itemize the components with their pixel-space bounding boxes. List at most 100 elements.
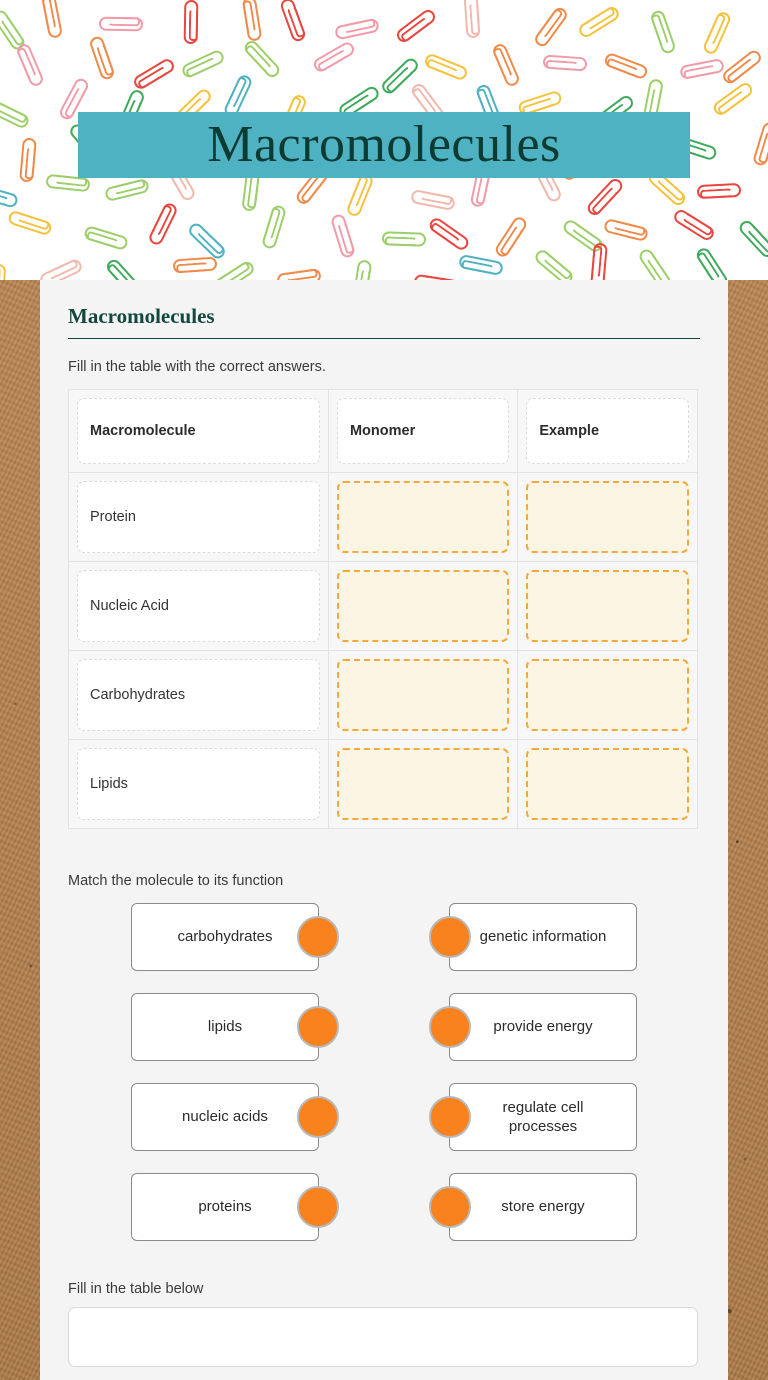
paperclip-icon [183,0,198,45]
paperclip-icon [276,267,322,280]
paperclip-icon [693,245,730,280]
match-option-label: lipids [207,1018,243,1036]
answer-blank-nucleic-acid-example[interactable] [526,570,689,642]
page-title: Macromolecules [68,304,700,339]
table-row: Lipids [68,739,698,829]
answer-blank-carbohydrates-example[interactable] [526,659,689,731]
table-row: Protein [68,472,698,562]
paperclip-icon [393,7,438,45]
match-option-proteins[interactable]: proteins [131,1173,339,1241]
matching-row: lipids provide energy [68,993,698,1061]
column-header-macromolecule: Macromolecule [77,398,320,464]
match-option-carbohydrates[interactable]: carbohydrates [131,903,339,971]
paperclip-icon [585,176,626,219]
instruction-fill-table-below: Fill in the table below [68,1281,204,1297]
connector-dot-icon[interactable] [429,1096,471,1138]
paperclip-icon [576,4,622,40]
match-option-regulate-cell-processes[interactable]: regulate cell processes [429,1083,637,1151]
match-option-label: carbohydrates [177,928,273,946]
paperclip-icon [590,242,609,280]
paperclip-icon [41,0,64,39]
matching-row: proteins store energy [68,1173,698,1241]
paperclip-icon [422,52,469,82]
match-option-label: regulate cell processes [502,1098,584,1135]
column-header-monomer: Monomer [336,398,510,464]
paperclip-icon [179,47,226,80]
paperclip-icon [103,257,144,280]
instruction-matching: Match the molecule to its function [68,873,284,889]
connector-dot-icon[interactable] [429,1186,471,1228]
match-option-store-energy[interactable]: store energy [429,1173,637,1241]
match-option-label: store energy [501,1198,585,1216]
match-option-provide-energy[interactable]: provide energy [429,993,637,1061]
paperclip-icon [381,231,426,247]
paperclip-icon [261,204,288,251]
paperclip-icon [147,201,180,248]
connector-dot-icon[interactable] [297,916,339,958]
answer-blank-nucleic-acid-monomer[interactable] [336,570,510,642]
connector-dot-icon[interactable] [297,1006,339,1048]
paperclip-icon [532,5,571,50]
answer-blank-lipids-example[interactable] [526,748,689,820]
paperclip-icon [710,80,755,119]
connector-dot-icon[interactable] [429,916,471,958]
paperclip-icon [241,37,282,80]
paperclip-icon [310,39,357,74]
title-banner: Macromolecules [78,112,690,178]
paperclip-icon [104,178,151,203]
answer-blank-protein-example[interactable] [526,481,689,553]
paperclip-icon [345,172,375,219]
paperclip-icon [0,98,31,131]
paperclip-icon [603,217,650,243]
paperclip-icon [278,0,307,43]
paperclip-icon [637,246,674,280]
table-row: Carbohydrates [68,650,698,740]
match-option-label: proteins [198,1198,252,1216]
match-option-label: provide energy [493,1018,593,1036]
paperclip-icon [37,257,84,280]
matching-row: nucleic acids regulate cell processes [68,1083,698,1151]
answer-blank-carbohydrates-monomer[interactable] [336,659,510,731]
paperclip-icon [671,207,716,243]
connector-dot-icon[interactable] [297,1096,339,1138]
paperclip-icon [0,263,6,280]
paperclip-icon [409,188,456,211]
row-label-protein: Protein [77,481,320,553]
connector-dot-icon[interactable] [429,1006,471,1048]
paperclip-icon [334,17,381,41]
answer-blank-protein-monomer[interactable] [336,481,510,553]
paperclip-icon [542,54,588,72]
paperclip-icon [490,41,521,88]
paperclip-icon [211,258,256,280]
worksheet-card: Macromolecules Fill in the table with th… [40,280,728,1380]
connector-dot-icon[interactable] [297,1186,339,1228]
paperclip-icon [351,258,373,280]
worksheet-header: Macromolecules [0,0,768,280]
paperclip-icon [736,218,768,261]
row-label-nucleic-acid: Nucleic Acid [77,570,320,642]
paperclip-icon [427,215,472,253]
paperclip-icon [678,57,725,80]
match-option-label: nucleic acids [182,1108,268,1126]
paperclip-icon [751,120,768,167]
paperclip-icon [720,47,764,86]
matching-row: carbohydrates genetic information [68,903,698,971]
answer-blank-lipids-monomer[interactable] [336,748,510,820]
table-header-row: Macromolecule Monomer Example [68,389,698,473]
instruction-fill-table: Fill in the table with the correct answe… [68,359,326,375]
matching-activity: carbohydrates genetic information lipids… [68,903,698,1241]
paperclip-icon [18,137,37,183]
paperclip-icon [88,35,116,82]
paperclip-icon [493,215,530,260]
table-row: Nucleic Acid [68,561,698,651]
row-label-carbohydrates: Carbohydrates [77,659,320,731]
macromolecule-table: Macromolecule Monomer Example Protein Nu… [68,389,698,829]
column-header-example: Example [526,398,689,464]
match-option-nucleic-acids[interactable]: nucleic acids [131,1083,339,1151]
match-option-label: genetic information [479,928,607,946]
match-option-genetic-information[interactable]: genetic information [429,903,637,971]
banner-title: Macromolecules [207,116,561,173]
match-option-lipids[interactable]: lipids [131,993,339,1061]
paperclip-icon [15,41,46,88]
bottom-table[interactable] [68,1307,698,1367]
